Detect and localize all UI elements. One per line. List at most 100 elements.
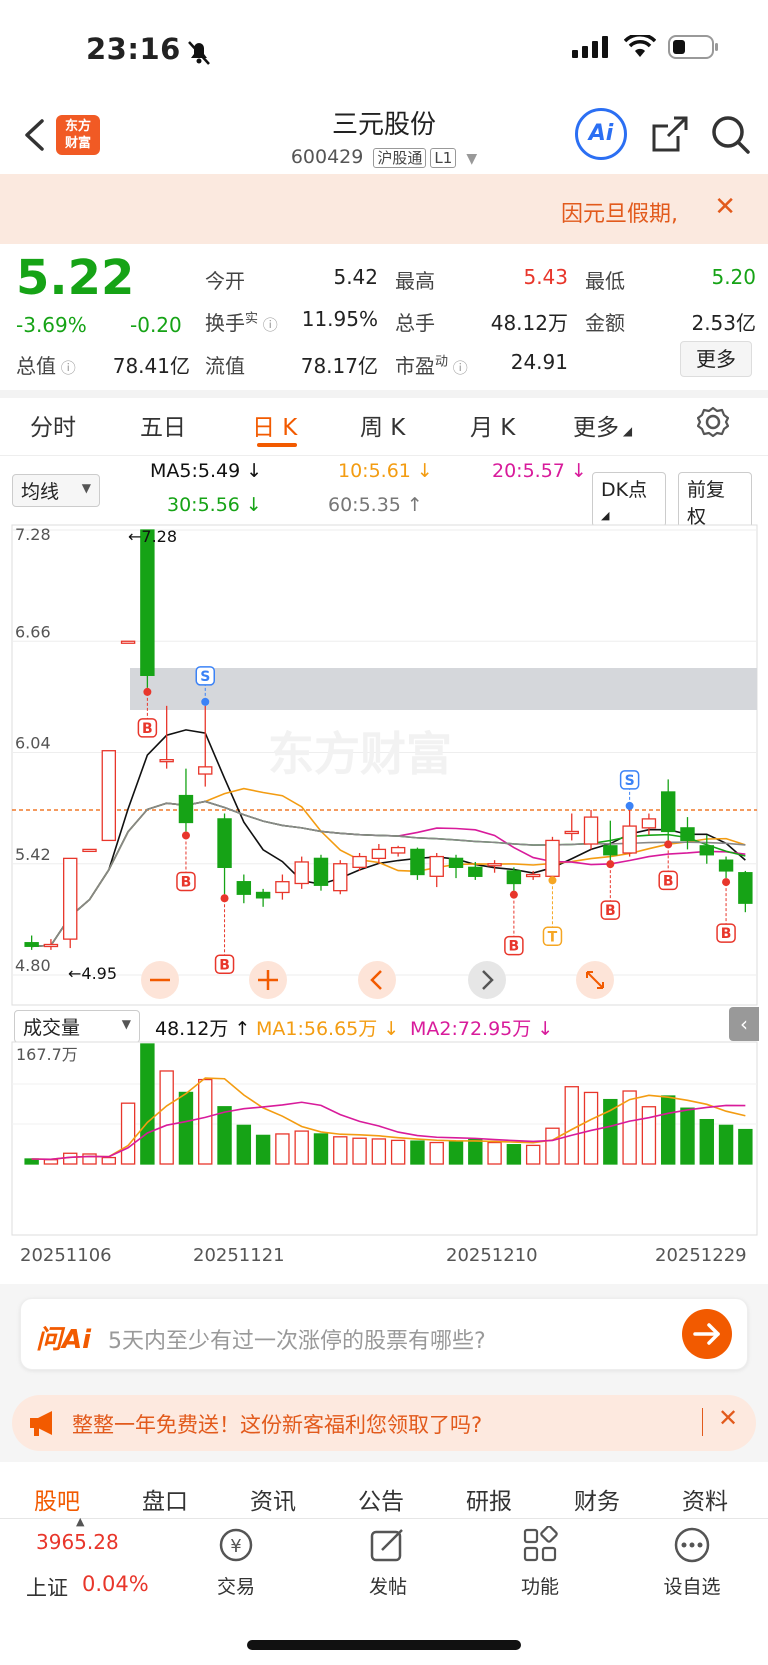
tab-intraday[interactable]: 分时 [30,408,76,442]
tab-monthly-k[interactable]: 月 K [470,408,515,442]
tab-guba[interactable]: 股吧 [34,1482,80,1516]
candle-body [140,529,155,676]
add-watchlist-label[interactable]: 设自选 [652,1572,732,1599]
tab-profile[interactable]: 资料 [682,1482,728,1516]
dk-point-select[interactable]: DK点 ◢ [592,472,666,527]
date-tick: 20251121 [193,1245,285,1266]
trade-label[interactable]: 交易 [196,1572,276,1599]
divider [0,1518,768,1519]
volume-bar [178,1091,194,1165]
volume-bar [641,1106,657,1165]
divider [702,1408,703,1436]
tab-daily-k[interactable]: 日 K [252,408,297,442]
candle-body [448,857,464,868]
signal-icon [572,36,608,58]
tab-research[interactable]: 研报 [466,1482,512,1516]
turnover-label: 换手实 ⓘ [205,311,278,335]
candle-body [101,750,117,842]
volume-ma1: MA1:56.65万 ↓ [256,1018,400,1040]
candle-body [120,640,136,644]
volume-bar [236,1124,252,1165]
scroll-left-button[interactable] [358,961,396,999]
volume-bar [82,1153,97,1165]
high-marker: ←7.28 [128,527,177,546]
candle [313,854,329,891]
trade-icon[interactable]: ¥ [216,1526,256,1564]
more-quote-button[interactable]: 更多 [680,341,752,377]
scroll-right-button[interactable] [468,961,506,999]
volume-bar [63,1152,78,1165]
volume-chart[interactable]: 167.7万 [0,1040,768,1240]
tab-finance[interactable]: 财务 [574,1482,620,1516]
fullscreen-button[interactable] [576,961,614,999]
settings-icon[interactable] [697,406,729,438]
candle-body [410,848,425,876]
index-value[interactable]: 3965.28 [36,1530,119,1554]
post-icon[interactable] [368,1526,408,1564]
candle-body [82,848,97,853]
candle-body [680,827,695,842]
volume-bar [718,1124,734,1165]
candle-body [178,794,194,824]
zoom-in-button[interactable] [249,961,287,999]
candle-body [352,855,367,868]
collapse-panel-button[interactable]: ‹ [729,1007,759,1041]
function-label[interactable]: 功能 [500,1572,580,1599]
candle [82,848,97,853]
promo-close-icon[interactable]: ✕ [718,1404,738,1432]
tab-weekly-k[interactable]: 周 K [360,408,405,442]
tab-more[interactable]: 更多 ◢ [573,408,632,442]
ma20-label: 20:5.57 ↓ [492,460,587,482]
ma60-label: 60:5.35 ↑ [328,494,423,516]
kline-chart[interactable]: 东方财富 7.28 6.66 6.04 5.42 4.80 ←7.28 ←4.95 B B… [0,520,768,1010]
signal-dot [625,801,634,810]
send-arrow-icon[interactable] [682,1309,732,1359]
tab-announcements[interactable]: 公告 [358,1482,404,1516]
notice-close-icon[interactable]: ✕ [714,192,736,222]
wifi-icon [624,35,656,57]
volume-bar [101,1156,117,1165]
signal-text: B [605,903,616,919]
signal-dot [664,840,673,849]
index-name: 上证 [26,1576,68,1600]
candle-body [236,881,252,895]
share-icon[interactable] [650,114,690,154]
volume-bar [680,1107,695,1165]
signal-text: B [509,939,520,955]
candle-body [583,816,599,845]
volume-bar [390,1139,406,1165]
tab-five-day[interactable]: 五日 [140,408,186,442]
search-icon[interactable] [710,114,752,156]
function-grid-icon[interactable] [521,1526,561,1564]
post-label[interactable]: 发帖 [348,1572,428,1599]
zoom-out-button[interactable] [141,961,179,999]
candle [140,529,155,688]
candle-body [275,881,290,894]
ai-button[interactable]: Ai [575,108,627,160]
candle-body [506,870,522,885]
tab-order-book[interactable]: 盘口 [142,1482,188,1516]
indicator-select[interactable]: 均线 ▼ [12,474,100,507]
signal-text: T [548,929,558,945]
stock-code: 600429 [290,146,364,168]
tab-news[interactable]: 资讯 [250,1482,296,1516]
volume-bar [506,1144,522,1165]
change-value: -0.20 [130,313,182,337]
volume-indicator-select[interactable]: 成交量 ▼ [14,1010,140,1043]
promo-text: 整整一年免费送！这份新客福利您领取了吗? [72,1413,483,1437]
candle [120,640,136,644]
candle [294,856,309,889]
pe-value: 24.91 [510,350,568,374]
volume-bar [140,1043,155,1165]
candle [333,860,348,895]
more-dots-icon[interactable] [672,1526,712,1564]
pe-label: 市盈动 ⓘ [395,354,468,378]
ai-question-text[interactable]: 5天内至少有过一次涨停的股票有哪些? [108,1323,486,1355]
tab-active-indicator [257,443,297,447]
volume-max-label: 167.7万 [16,1045,78,1064]
volume-bar [429,1141,444,1165]
candle-body [390,846,406,854]
hk-connect-tag: 沪股通 [373,148,427,168]
candle-body [660,791,676,833]
high-value: 5.43 [523,265,568,289]
